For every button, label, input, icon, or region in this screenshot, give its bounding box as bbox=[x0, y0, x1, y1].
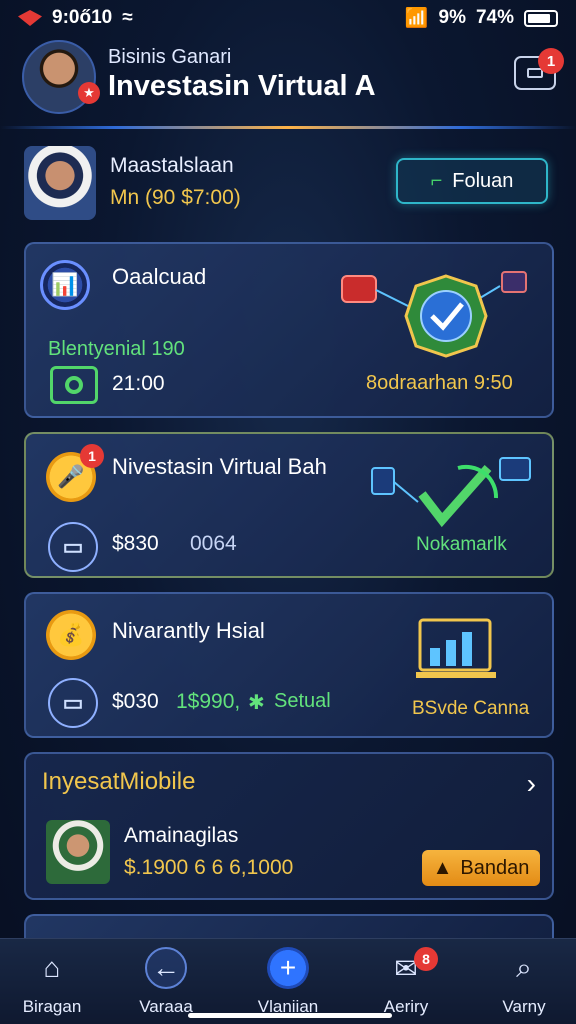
profile-name: Maastalslaan bbox=[110, 154, 234, 177]
person-icon: ▲ bbox=[432, 856, 453, 879]
card3-right-label: BSvde Canna bbox=[412, 698, 530, 719]
card1-title: Oaalcuad bbox=[112, 264, 207, 289]
follow-icon: ⌐ bbox=[430, 169, 443, 192]
profile-row: Maastalslaan Mn (90 $7:00) ⌐ Foluan bbox=[24, 144, 554, 224]
card2-badge: 1 bbox=[80, 444, 104, 468]
nav-label-search: Varny bbox=[502, 997, 546, 1016]
member-avatar bbox=[46, 820, 110, 884]
nav-item-add[interactable]: + Vlaniian bbox=[238, 947, 338, 1021]
badge-checkmark-icon bbox=[341, 271, 527, 358]
status-check-icon: ✱ bbox=[248, 692, 265, 714]
card2-right-label: Nokamarlk bbox=[416, 534, 507, 555]
investment-card-1[interactable]: 📊 Oaalcuad Blentyenial 190 21:00 8odraar… bbox=[24, 242, 554, 418]
follow-label: Foluan bbox=[452, 169, 514, 192]
nav-item-mail[interactable]: ✉ 8 Aeriry bbox=[356, 947, 456, 1021]
target-icon bbox=[50, 366, 98, 404]
battery-icon bbox=[524, 9, 558, 27]
card3-title: Nivarantly Hsial bbox=[112, 618, 265, 643]
home-icon: ⌂ bbox=[43, 952, 61, 983]
wallet-icon: 💰 bbox=[46, 610, 96, 660]
nav-label-home: Biragan bbox=[22, 997, 82, 1016]
battery-percent: 74% bbox=[475, 7, 514, 28]
card-icon: ▭ bbox=[48, 522, 98, 572]
nav-item-home[interactable]: ⌂ Biragan bbox=[2, 947, 102, 1021]
card4-name: Amainagilas bbox=[124, 824, 239, 847]
status-bar: 9:0ő10 ≈ 📶 9% 74% bbox=[0, 0, 576, 36]
bottom-nav: ⌂ Biragan ← Varaaa + Vlaniian ✉ 8 Aeriry… bbox=[0, 938, 576, 1024]
success-check-icon bbox=[371, 457, 531, 528]
mail-badge: 8 bbox=[414, 947, 438, 971]
card2-amount: $830 bbox=[112, 532, 159, 555]
header-subtitle: Bisinis Ganari bbox=[108, 46, 232, 68]
card2-title: Nivestasin Virtual Bah bbox=[112, 454, 327, 479]
app-header: ★ Bisinis Ganari Investasin Virtual A 1 bbox=[0, 36, 576, 128]
status-time: 9:0ő10 bbox=[52, 7, 113, 28]
chevron-right-icon[interactable]: › bbox=[527, 768, 536, 800]
investment-card-3[interactable]: 💰 Nivarantly Hsial ▭ $030 1$990, ✱ Setua… bbox=[24, 592, 554, 738]
nav-label-back: Varaaa bbox=[139, 997, 193, 1016]
card4-title: InyesatMiobile bbox=[42, 768, 196, 795]
home-indicator[interactable] bbox=[188, 1013, 392, 1018]
plus-icon: + bbox=[267, 947, 309, 989]
app-logo-icon bbox=[18, 10, 42, 26]
bandan-button[interactable]: ▲ Bandan bbox=[422, 850, 540, 886]
investment-card-2[interactable]: 🎤 1 Nivestasin Virtual Bah ▭ $830 0064 N… bbox=[24, 432, 554, 578]
card3-card-icon: ▭ bbox=[48, 678, 98, 728]
header-divider bbox=[0, 126, 576, 129]
card3-status: Setual bbox=[274, 690, 331, 712]
investment-mobile-card[interactable]: InyesatMiobile › Amainagilas $.1900 6 6 … bbox=[24, 752, 554, 900]
card1-amount: 21:00 bbox=[112, 372, 165, 395]
signal-icon: 📶 bbox=[404, 8, 429, 29]
nav-item-back[interactable]: ← Varaaa bbox=[116, 947, 216, 1021]
verified-badge-icon: ★ bbox=[78, 82, 100, 104]
card1-right-label: 8odraarhan 9:50 bbox=[366, 372, 513, 394]
cast-icon: ≈ bbox=[122, 7, 133, 28]
search-icon: ⌕ bbox=[516, 951, 532, 983]
card3-amount2: 1$990, bbox=[176, 690, 241, 713]
profile-value: Mn (90 $7:00) bbox=[110, 186, 241, 209]
bar-chart-icon bbox=[416, 618, 496, 678]
notification-badge: 1 bbox=[538, 48, 564, 74]
chart-icon: 📊 bbox=[40, 260, 90, 310]
card1-subtitle: Blentyenial 190 bbox=[48, 338, 185, 360]
card4-values: $.1900 6 6 6,1000 bbox=[124, 856, 294, 879]
bandan-label: Bandan bbox=[460, 856, 530, 879]
page-title: Investasin Virtual A bbox=[108, 70, 376, 102]
card3-amount: $030 bbox=[112, 690, 159, 713]
card2-code: 0064 bbox=[190, 532, 237, 555]
network-percent: 9% bbox=[438, 7, 466, 28]
follow-button[interactable]: ⌐ Foluan bbox=[396, 158, 548, 204]
profile-photo[interactable] bbox=[24, 146, 96, 220]
nav-item-search[interactable]: ⌕ Varny bbox=[474, 947, 574, 1021]
arrow-left-icon: ← bbox=[145, 947, 187, 989]
